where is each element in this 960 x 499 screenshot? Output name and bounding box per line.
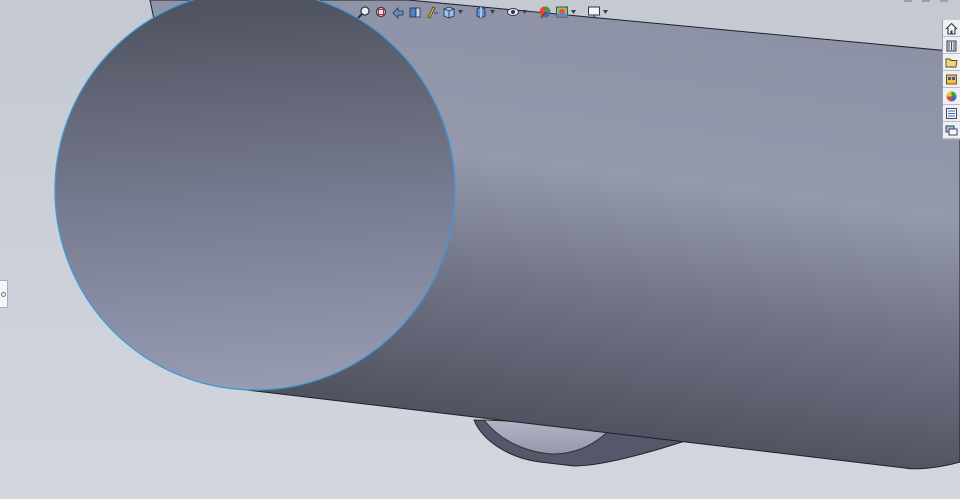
window-mark [940, 0, 948, 2]
tab-view-palette[interactable] [943, 71, 960, 88]
view-palette-icon [946, 74, 957, 84]
window-controls [904, 0, 948, 2]
model-view[interactable] [0, 0, 960, 499]
graphics-area[interactable] [0, 0, 960, 499]
expand-handle-icon [1, 291, 6, 297]
file-explorer-icon [945, 58, 958, 67]
chevron-down-icon[interactable] [603, 4, 608, 20]
tab-design-library[interactable] [943, 37, 960, 54]
tab-custom-properties[interactable] [943, 105, 960, 122]
task-pane [942, 20, 960, 140]
zoom-to-area-icon[interactable] [373, 4, 388, 20]
apply-scene-icon[interactable] [554, 4, 569, 20]
window-mark [904, 0, 912, 2]
display-style-icon[interactable] [473, 4, 488, 20]
chevron-down-icon[interactable] [458, 4, 463, 20]
home-icon [945, 22, 958, 35]
view-settings-icon[interactable] [586, 4, 601, 20]
previous-view-icon[interactable] [390, 4, 405, 20]
appearances-icon [946, 91, 957, 101]
chevron-down-icon[interactable] [522, 4, 527, 20]
design-library-icon [946, 40, 957, 51]
hide-show-items-icon[interactable] [505, 4, 520, 20]
chevron-down-icon[interactable] [571, 4, 576, 20]
section-view-icon[interactable] [407, 4, 422, 20]
tab-appearances[interactable] [943, 88, 960, 105]
window-mark [922, 0, 930, 2]
dynamic-annotation-icon[interactable] [424, 4, 439, 20]
heads-up-view-toolbar [356, 2, 608, 22]
tab-forum[interactable] [943, 122, 960, 139]
edit-appearance-icon[interactable] [537, 4, 552, 20]
view-orientation-icon[interactable] [441, 4, 456, 20]
forum-icon [945, 125, 958, 135]
tab-file-explorer[interactable] [943, 54, 960, 71]
custom-properties-icon [946, 107, 957, 119]
feature-manager-toggle[interactable] [0, 280, 8, 308]
chevron-down-icon[interactable] [490, 4, 495, 20]
tab-home[interactable] [943, 20, 960, 37]
cylinder-end-face[interactable] [54, 0, 456, 391]
zoom-to-fit-icon[interactable] [356, 4, 371, 20]
